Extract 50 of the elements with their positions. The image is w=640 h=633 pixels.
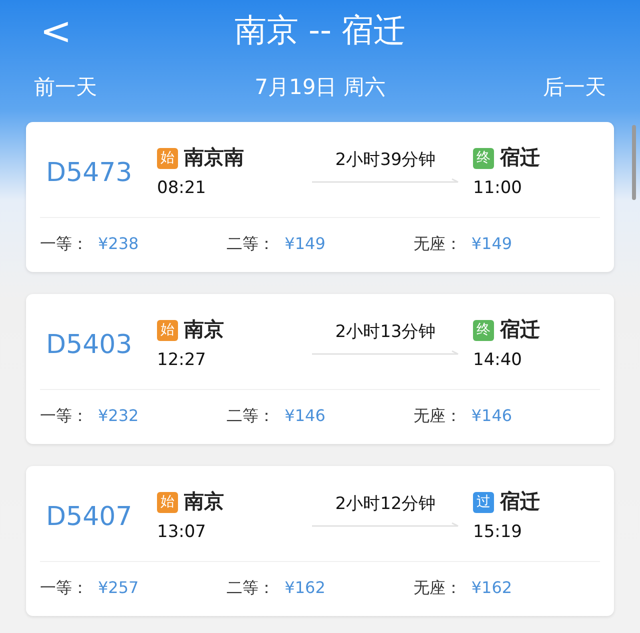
seat-class-label: 二等： <box>226 234 275 253</box>
date-label[interactable]: 7月19日 周六 <box>254 72 386 104</box>
station-name: 南京 <box>184 317 224 341</box>
route-title: 南京 -- 宿迁 <box>234 11 406 49</box>
duration-label: 2小时39分钟 <box>334 149 437 172</box>
price-label: ¥149 <box>471 234 512 253</box>
seat-class-label: 一等： <box>40 578 88 597</box>
arrival-time: 14:40 <box>473 349 523 372</box>
departure-time: 13:07 <box>157 521 207 544</box>
station-tag: 始 <box>157 492 178 513</box>
train-number: D5473 <box>45 157 134 190</box>
seat-class-label: 二等： <box>226 578 275 597</box>
train-number: D5403 <box>45 329 134 362</box>
station-name: 南京南 <box>184 145 244 169</box>
previous-day-link[interactable]: 前一天 <box>34 72 97 104</box>
price-label: ¥146 <box>471 406 512 425</box>
seat-class-label: 无座： <box>413 234 462 253</box>
station-name: 南京 <box>184 489 224 513</box>
station-tag: 终 <box>473 148 494 169</box>
station-tag: 终 <box>473 320 494 341</box>
seat-class-label: 无座： <box>413 578 462 597</box>
price-label: ¥146 <box>284 406 326 425</box>
price-label: ¥257 <box>98 578 139 597</box>
station-tag: 始 <box>157 320 178 341</box>
station-name: 宿迁 <box>500 489 540 513</box>
next-day-link[interactable]: 后一天 <box>542 72 606 104</box>
duration-label: 2小时13分钟 <box>334 321 437 344</box>
seat-class-label: 一等： <box>40 406 88 425</box>
price-label: ¥238 <box>98 234 139 253</box>
seat-class-label: 无座： <box>413 406 462 425</box>
train-card[interactable]: D5473 始 南京南 08:21 2小时39分钟 终 宿迁 11:00 一等： ¥238 二等： ¥149 无座： ¥149 <box>26 122 614 272</box>
station-tag: 始 <box>157 148 178 169</box>
arrival-time: 15:19 <box>473 521 523 544</box>
price-label: ¥162 <box>471 578 512 597</box>
back-button[interactable]: < <box>40 12 72 50</box>
price-label: ¥162 <box>284 578 326 597</box>
seat-class-label: 一等： <box>40 234 88 253</box>
station-name: 宿迁 <box>500 145 540 169</box>
station-tag: 过 <box>473 492 494 513</box>
train-card[interactable]: D5403 始 南京 12:27 2小时13分钟 终 宿迁 14:40 一等： ¥232 二等： ¥146 无座： ¥146 <box>26 294 614 444</box>
station-name: 宿迁 <box>500 317 540 341</box>
departure-time: 12:27 <box>157 349 207 372</box>
departure-time: 08:21 <box>157 177 207 200</box>
seat-class-label: 二等： <box>226 406 275 425</box>
duration-label: 2小时12分钟 <box>334 493 437 516</box>
price-label: ¥232 <box>98 406 139 425</box>
train-number: D5407 <box>45 501 134 534</box>
arrival-time: 11:00 <box>473 177 523 200</box>
price-label: ¥149 <box>284 234 326 253</box>
train-card[interactable]: D5407 始 南京 13:07 2小时12分钟 过 宿迁 15:19 一等： ¥257 二等： ¥162 无座： ¥162 <box>26 466 614 616</box>
